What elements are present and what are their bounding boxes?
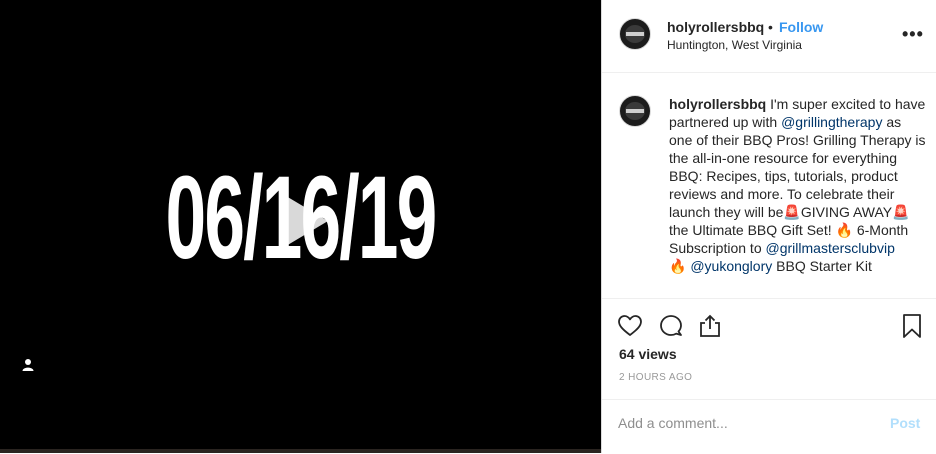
siren-emoji: 🚨 [783,204,801,220]
user-icon[interactable] [20,357,36,373]
caption-avatar[interactable] [619,95,651,127]
username-link[interactable]: holyrollersbbq [667,19,764,35]
heart-icon[interactable] [616,312,644,340]
post-comment-button[interactable]: Post [890,415,920,431]
bookmark-icon[interactable] [898,312,926,340]
follow-button[interactable]: Follow [779,19,823,35]
location-link[interactable]: Huntington, West Virginia [667,38,802,52]
siren-emoji: 🚨 [892,204,910,220]
video-bottom-strip [0,449,601,453]
post-panel: holyrollersbbq • Follow Huntington, West… [601,0,936,453]
post-timestamp[interactable]: 2 HOURS AGO [619,372,692,383]
mention-link[interactable]: @yukonglory [690,258,772,274]
caption-text: holyrollersbbq I'm super excited to have… [669,96,926,274]
comment-input[interactable] [618,412,868,434]
video-player[interactable]: 06/16/19 [0,0,601,453]
caption-username[interactable]: holyrollersbbq [669,96,766,112]
mention-link[interactable]: @grillmastersclubvip [766,240,895,256]
more-options-icon[interactable]: ••• [902,24,924,44]
view-count[interactable]: 64 views [619,346,677,362]
avatar[interactable] [619,18,651,50]
caption: holyrollersbbq I'm super excited to have… [602,73,936,298]
post-header: holyrollersbbq • Follow Huntington, West… [602,0,936,73]
fire-emoji: 🔥 [835,222,853,238]
separator-dot: • [768,19,773,35]
share-icon[interactable] [696,312,724,340]
comment-box: Post [602,399,936,454]
play-icon[interactable] [268,186,338,256]
mention-link[interactable]: @grillingtherapy [781,114,882,130]
comment-icon[interactable] [657,312,685,340]
fire-emoji: 🔥 [669,258,687,274]
